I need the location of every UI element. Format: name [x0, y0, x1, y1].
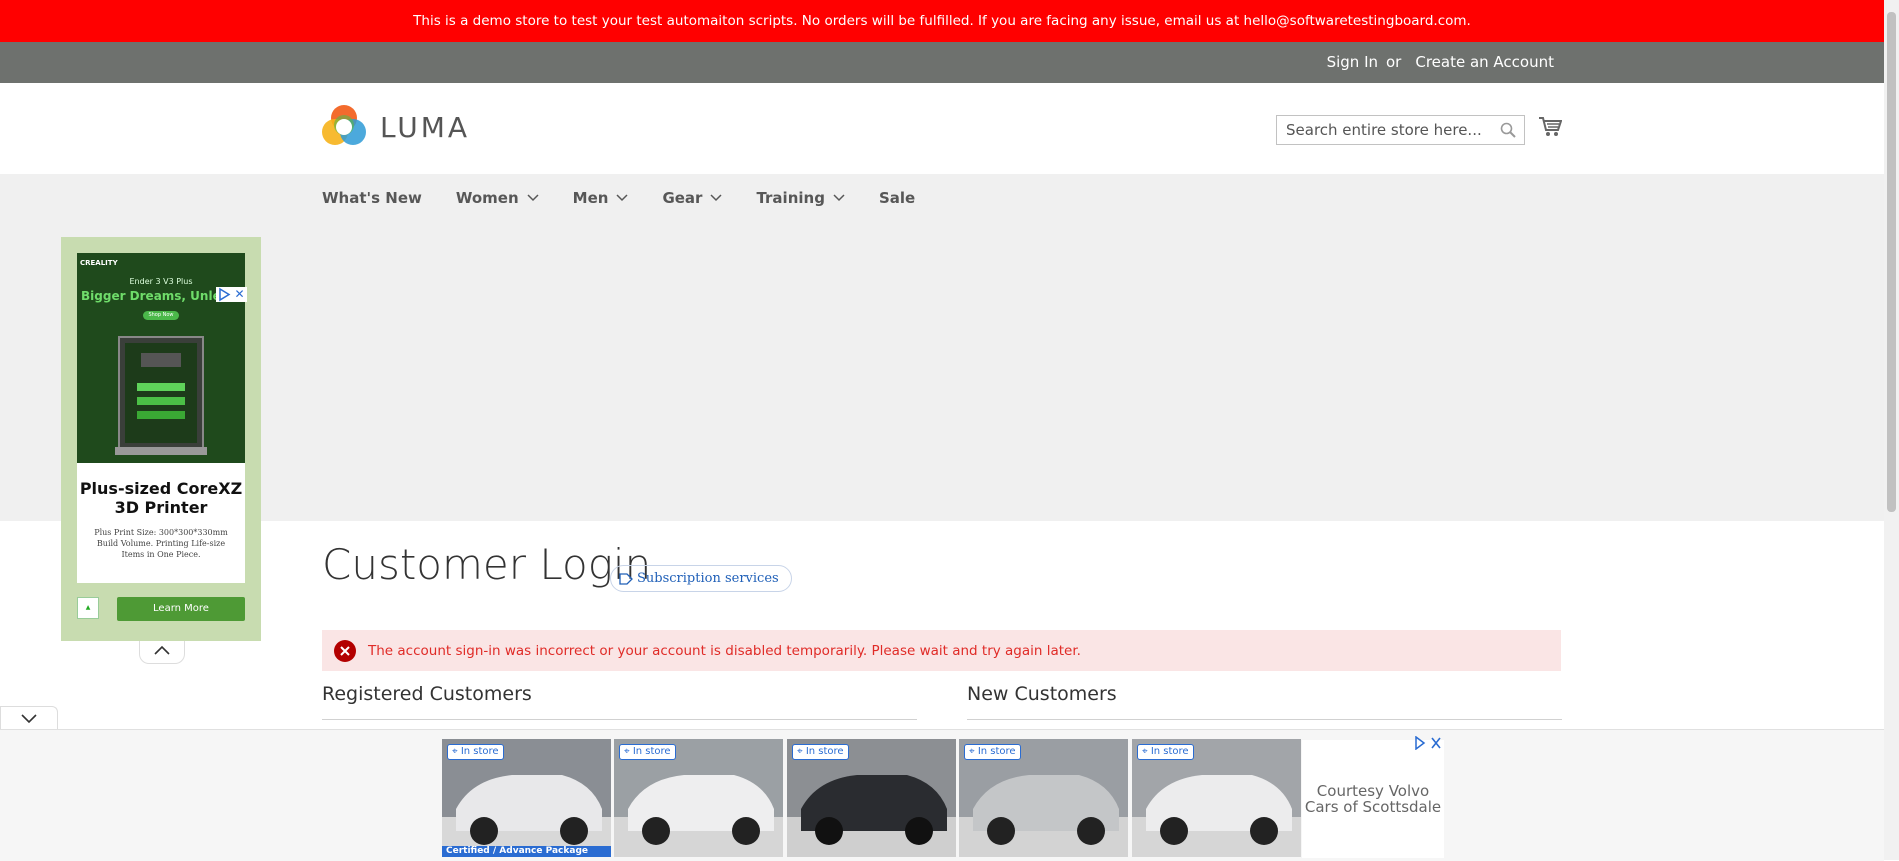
in-store-tag: ⌖ In store: [619, 744, 676, 760]
ad-brand-badge: ▲: [77, 597, 99, 619]
scrollbar[interactable]: [1884, 0, 1899, 860]
adchoices-icon[interactable]: [216, 287, 232, 302]
sign-in-link[interactable]: Sign In: [1327, 53, 1378, 71]
ad-hero-image: CREALITY Ender 3 V3 Plus Bigger Dreams, …: [77, 253, 245, 463]
chevron-down-icon: [616, 194, 628, 202]
luma-logo-icon: [322, 105, 366, 145]
ad-description: Plus Print Size: 300*300*330mm Build Vol…: [94, 528, 228, 559]
adchoices-close-icons[interactable]: [1413, 736, 1443, 750]
header-links: Sign In or Create an Account: [1321, 42, 1554, 83]
ad-learn-more-button[interactable]: Learn More: [117, 597, 245, 621]
search-icon[interactable]: [1500, 122, 1516, 138]
registered-customers-title: Registered Customers: [322, 683, 532, 705]
cart-icon[interactable]: [1538, 116, 1562, 138]
ad-title: Plus-sized CoreXZ 3D Printer: [79, 479, 243, 517]
in-store-label: In store: [1150, 746, 1189, 757]
ad-brand: CREALITY: [80, 259, 118, 267]
page-title: Customer Login: [322, 540, 652, 589]
ad-model: Ender 3 V3 Plus: [129, 277, 193, 286]
create-account-link[interactable]: Create an Account: [1415, 53, 1554, 71]
error-text: The account sign-in was incorrect or you…: [368, 642, 1081, 659]
in-store-tag: ⌖ In store: [1137, 744, 1194, 760]
chevron-up-icon: [154, 645, 170, 655]
bottom-advertisement[interactable]: ⌖ In store Certified / Advance Package ⌖…: [0, 729, 1884, 861]
in-store-label: In store: [632, 746, 671, 757]
new-customers-title: New Customers: [967, 683, 1117, 705]
in-store-tag: ⌖ In store: [792, 744, 849, 760]
ad-card: CREALITY Ender 3 V3 Plus Bigger Dreams, …: [77, 253, 245, 583]
car-ad-tile[interactable]: ⌖ In store: [787, 739, 956, 857]
chevron-down-icon: [527, 194, 539, 202]
car-ad-tile[interactable]: ⌖ In store Certified / Advance Package: [442, 739, 611, 857]
in-store-tag: ⌖ In store: [447, 744, 504, 760]
printer-image: [115, 336, 207, 455]
bottom-ad-collapse-button[interactable]: [0, 706, 58, 731]
search-placeholder: Search entire store here...: [1286, 121, 1482, 139]
main-nav: What's New Women Men Gear Training Sale: [322, 174, 949, 222]
courtesy-text: Courtesy Volvo Cars of Scottsdale: [1302, 740, 1444, 858]
subscription-label: Subscription services: [637, 571, 779, 586]
car-ad-tile[interactable]: ⌖ In store: [959, 739, 1128, 857]
in-store-label: In store: [460, 746, 499, 757]
tag-icon: [619, 572, 633, 585]
header-top-bar: Sign In or Create an Account: [0, 42, 1884, 83]
chevron-down-icon: [710, 194, 722, 202]
nav-women[interactable]: Women: [456, 189, 539, 207]
nav-gear[interactable]: Gear: [662, 189, 722, 207]
error-icon: [334, 639, 356, 662]
in-store-label: In store: [977, 746, 1016, 757]
error-message: The account sign-in was incorrect or you…: [322, 630, 1561, 671]
logo-text: LUMA: [380, 110, 471, 144]
in-store-tag: ⌖ In store: [964, 744, 1021, 760]
nav-label: Men: [572, 189, 609, 207]
section-divider: [322, 719, 917, 720]
or-separator: or: [1386, 53, 1402, 71]
chevron-down-icon: [21, 714, 37, 724]
nav-label: Gear: [662, 189, 703, 207]
ad-collapse-button[interactable]: [139, 641, 185, 664]
nav-label: Women: [455, 189, 519, 207]
car-caption: Certified / Advance Package: [442, 846, 611, 857]
nav-sale[interactable]: Sale: [879, 189, 915, 207]
navigation-area: What's New Women Men Gear Training Sale: [0, 174, 1884, 521]
nav-label: What's New: [322, 189, 422, 207]
luma-logo[interactable]: LUMA: [322, 105, 470, 149]
nav-training[interactable]: Training: [756, 189, 845, 207]
scrollbar-thumb[interactable]: [1887, 12, 1896, 512]
chevron-down-icon: [833, 194, 845, 202]
nav-label: Training: [756, 189, 825, 207]
ad-shop-now-button[interactable]: Shop Now: [143, 311, 179, 320]
car-ad-tile[interactable]: ⌖ In store: [1132, 739, 1301, 857]
subscription-services-badge[interactable]: Subscription services: [610, 565, 792, 592]
close-icon[interactable]: ✕: [232, 287, 247, 302]
search-input[interactable]: Search entire store here...: [1276, 115, 1525, 145]
in-store-label: In store: [805, 746, 844, 757]
nav-label: Sale: [878, 189, 916, 207]
demo-notice-banner: This is a demo store to test your test a…: [0, 0, 1884, 42]
section-divider: [967, 719, 1562, 720]
nav-men[interactable]: Men: [573, 189, 629, 207]
side-advertisement[interactable]: CREALITY Ender 3 V3 Plus Bigger Dreams, …: [61, 237, 261, 641]
car-ad-tile[interactable]: ⌖ In store: [614, 739, 783, 857]
nav-whats-new[interactable]: What's New: [322, 189, 422, 207]
